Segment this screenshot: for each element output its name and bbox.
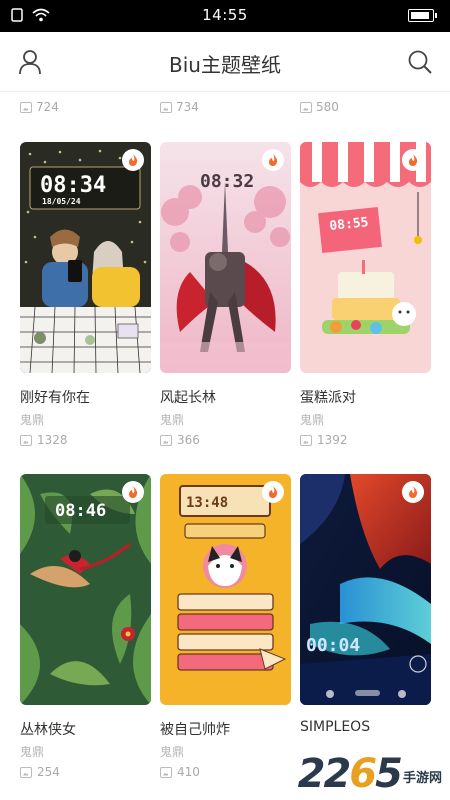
theme-author: 鬼鼎 <box>20 745 45 759</box>
image-icon <box>300 434 312 446</box>
image-icon <box>20 766 32 778</box>
search-icon <box>408 50 432 74</box>
theme-title: 被自己帅炸 <box>160 722 230 738</box>
theme-thumbnail[interactable]: 00:04 <box>300 474 431 705</box>
theme-author: 鬼鼎 <box>20 413 45 427</box>
theme-thumbnail[interactable]: 08:46 <box>20 474 151 705</box>
clock-label: 08:46 <box>55 501 106 521</box>
theme-card[interactable]: 13:48 被自己帅炸 鬼鼎 410 <box>160 474 291 779</box>
theme-card[interactable]: 08:32 风起长林 鬼鼎 366 <box>160 142 291 447</box>
flame-icon <box>409 154 418 166</box>
download-count: 1328 <box>20 433 151 447</box>
download-count: 366 <box>160 433 291 447</box>
previous-row-stats: 724 734 580 <box>0 100 450 120</box>
download-count: 724 <box>20 100 59 114</box>
flame-icon <box>129 154 138 166</box>
flame-icon <box>409 486 418 498</box>
image-icon <box>160 101 172 113</box>
brand-badge <box>122 481 144 503</box>
date-label: 18/05/24 <box>42 197 81 206</box>
image-icon <box>20 434 32 446</box>
download-count: 410 <box>160 765 291 779</box>
download-count: 254 <box>20 765 151 779</box>
brand-badge <box>122 149 144 171</box>
site-watermark: 2265 手游网 <box>298 754 442 794</box>
theme-title: 刚好有你在 <box>20 390 90 406</box>
theme-title: 丛林侠女 <box>20 722 76 738</box>
flame-icon <box>129 486 138 498</box>
theme-thumbnail[interactable]: 13:48 <box>160 474 291 705</box>
brand-badge <box>262 149 284 171</box>
app-header: Biu主题壁纸 <box>0 32 450 92</box>
theme-author: 鬼鼎 <box>160 413 185 427</box>
brand-badge <box>402 481 424 503</box>
status-bar: 14:55 <box>0 0 450 32</box>
image-icon <box>20 101 32 113</box>
download-count: 734 <box>160 100 199 114</box>
download-count: 1392 <box>300 433 431 447</box>
theme-card[interactable]: 08:55 蛋糕派对 鬼鼎 1392 <box>300 142 431 447</box>
page-title: Biu主题壁纸 <box>169 53 281 77</box>
status-time: 14:55 <box>202 6 248 24</box>
image-icon <box>160 434 172 446</box>
flame-icon <box>269 486 278 498</box>
theme-author: 鬼鼎 <box>160 745 185 759</box>
battery-icon <box>408 9 437 22</box>
theme-card[interactable]: 00:04 SIMPLEOS <box>300 474 431 759</box>
theme-author: 鬼鼎 <box>300 413 325 427</box>
theme-thumbnail[interactable]: 08:55 <box>300 142 431 373</box>
image-icon <box>300 101 312 113</box>
watermark-number: 2265 <box>297 751 403 797</box>
image-icon <box>160 766 172 778</box>
battery-level <box>411 12 429 19</box>
theme-title: 风起长林 <box>160 390 216 406</box>
theme-title: SIMPLEOS <box>300 719 371 735</box>
flame-icon <box>269 154 278 166</box>
clock-label: 08:32 <box>200 171 254 192</box>
brand-badge <box>402 149 424 171</box>
search-button[interactable] <box>403 45 437 79</box>
download-count: 580 <box>300 100 339 114</box>
clock-label: 00:04 <box>306 635 360 656</box>
clock-label: 08:34 <box>40 173 106 198</box>
brand-badge <box>262 481 284 503</box>
clock-label: 13:48 <box>186 495 228 511</box>
theme-card[interactable]: 08:46 丛林侠女 鬼鼎 254 <box>20 474 151 779</box>
theme-thumbnail[interactable]: 08:32 <box>160 142 291 373</box>
watermark-site: 手游网 <box>402 771 442 786</box>
theme-card[interactable]: 08:34 18/05/24 刚好有你在 鬼鼎 1328 <box>20 142 151 447</box>
theme-thumbnail[interactable]: 08:34 18/05/24 <box>20 142 151 373</box>
theme-title: 蛋糕派对 <box>300 390 356 406</box>
